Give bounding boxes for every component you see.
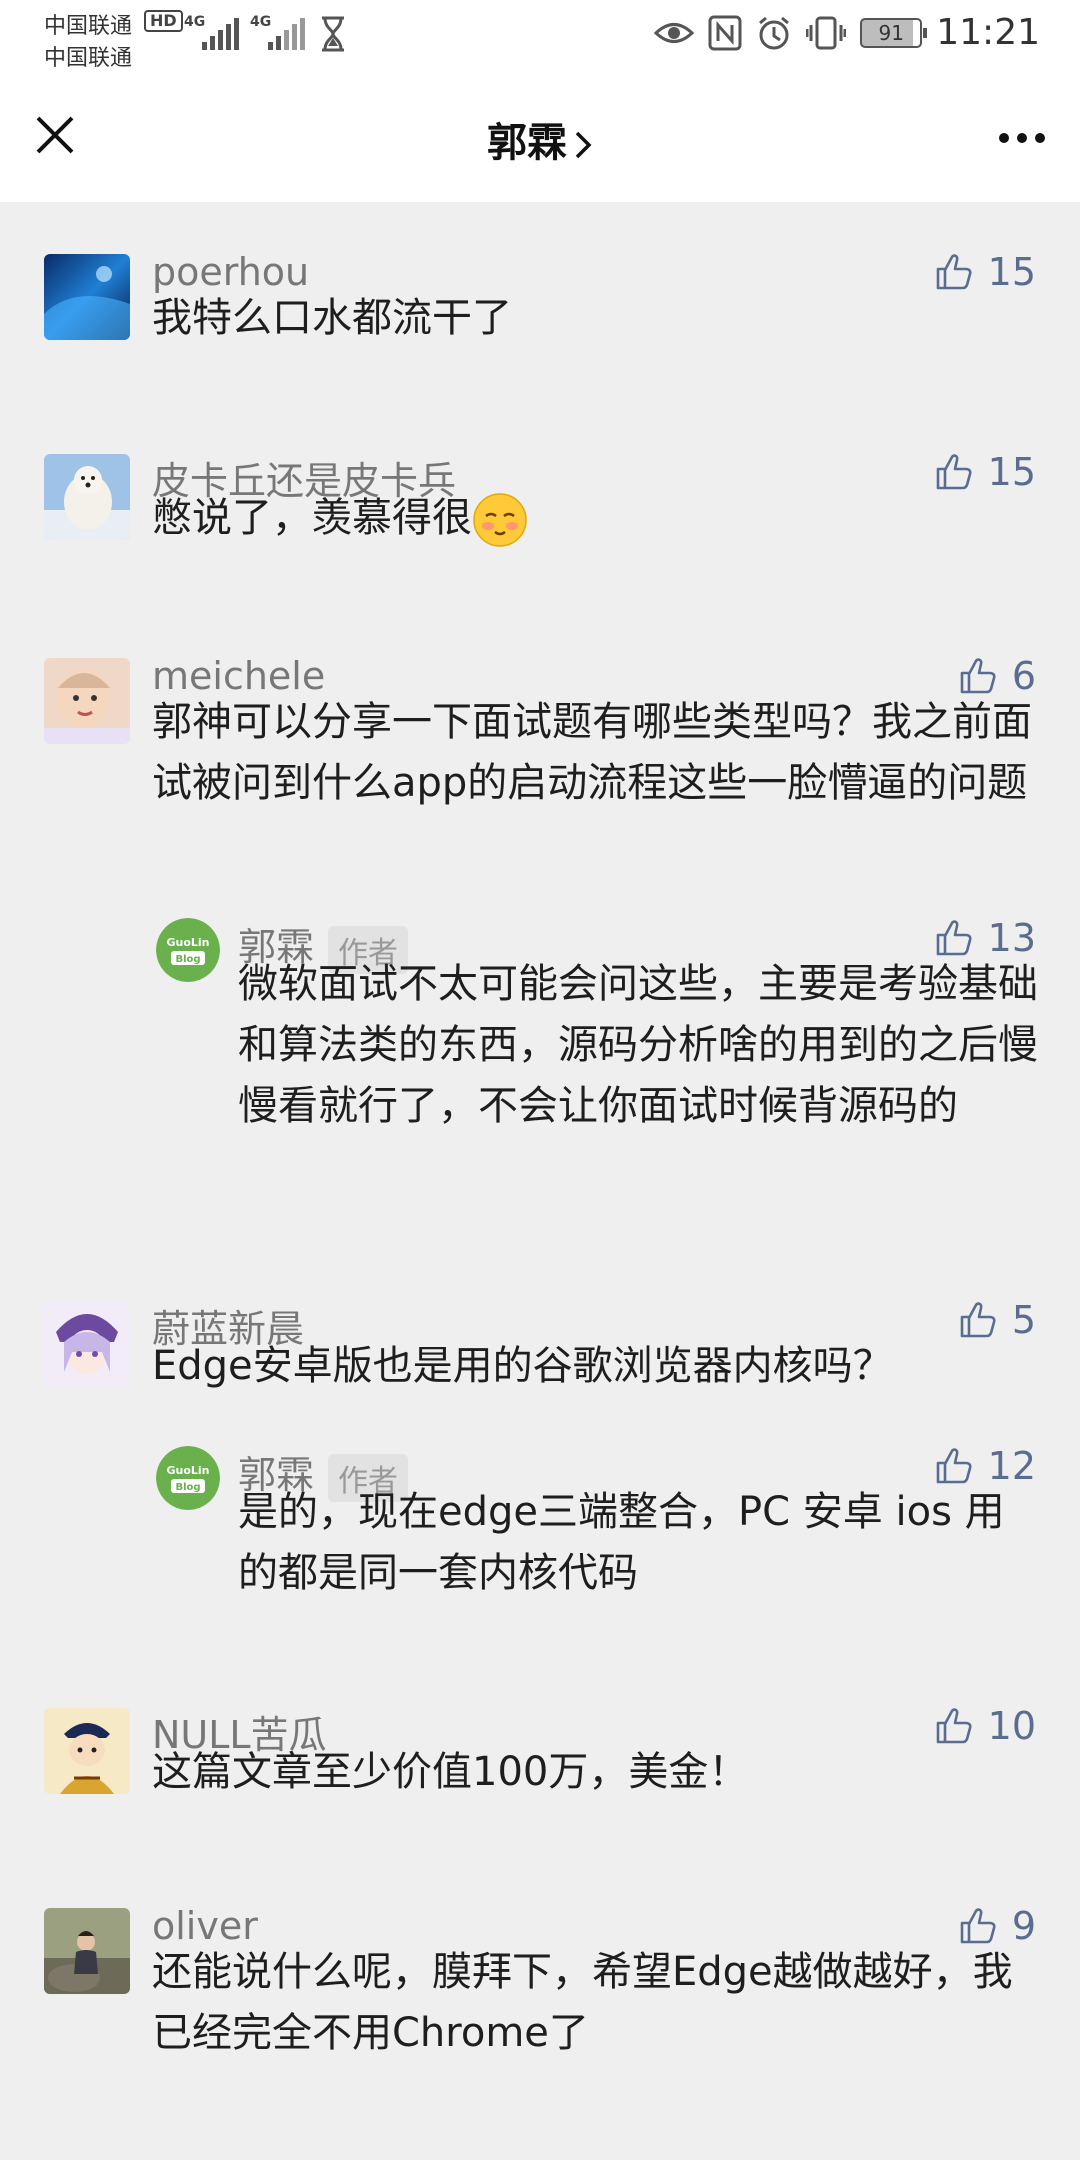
avatar[interactable] [44,254,130,340]
thumbs-up-icon [936,1708,972,1744]
thumbs-up-icon [960,1908,996,1944]
battery-indicator: 91 [860,17,928,48]
page-title-label: 郭霖 [487,120,567,166]
avatar-badge-text: Blog [175,1482,200,1493]
header-bar: 郭霖 [0,80,1080,202]
comment-text: 憋说了，羡慕得很 [152,488,1032,549]
comment-text: 还能说什么呢，膜拜下，希望Edge越做越好，我已经完全不用Chrome了 [152,1949,1013,2056]
chevron-right-icon [575,131,592,159]
reply-text: 是的，现在edge三端整合，PC 安卓 ios 用的都是同一套内核代码 [238,1489,1005,1596]
shy-face-emoji-icon [473,493,527,547]
thumbs-up-icon [960,658,996,694]
carrier-label: 中国联通 [44,46,133,71]
avatar[interactable]: GuoLin Blog [156,1446,220,1510]
avatar-badge-text: GuoLin [166,936,209,949]
thumbs-up-icon [936,254,972,290]
comment-text: 我特么口水都流干了 [152,295,512,341]
thumbs-up-icon [936,1448,972,1484]
avatar[interactable] [44,454,130,540]
thumbs-up-icon [936,920,972,956]
reply-text: 微软面试不太可能会问这些，主要是考验基础和算法类的东西，源码分析啥的用到的之后慢… [238,961,1038,1129]
avatar-badge-text: Blog [175,954,200,965]
carrier-label: 中国联通 [44,14,133,39]
nfc-icon [708,15,742,50]
avatar[interactable] [44,1908,130,1994]
signal-icon [202,18,239,50]
eye-icon [654,22,695,43]
status-bar: 中国联通 中国联通 HD 4G 4G 91 11:21 [0,0,1080,80]
vibrate-icon [806,16,847,49]
clock: 11:21 [936,12,1040,53]
avatar-badge-text: GuoLin [166,1464,209,1477]
comment-text: 郭神可以分享一下面试题有哪些类型吗？我之前面试被问到什么app的启动流程这些一脸… [152,699,1032,806]
comment-text-content: 憋说了，羡慕得很 [152,495,472,541]
thumbs-up-icon [960,1302,996,1338]
avatar[interactable] [44,1708,130,1794]
hd-badge: HD [144,10,183,32]
avatar[interactable] [44,658,130,744]
comment-text: Edge安卓版也是用的谷歌浏览器内核吗？ [152,1343,893,1389]
more-icon[interactable] [992,118,1052,158]
page-title[interactable]: 郭霖 [0,110,1080,168]
status-icons: 91 11:21 [654,12,1040,53]
comment-text: 这篇文章至少价值100万，美金！ [152,1749,749,1795]
signal-icon [268,18,305,50]
alarm-icon [759,16,790,49]
avatar[interactable]: GuoLin Blog [156,918,220,982]
thumbs-up-icon [936,454,972,490]
avatar[interactable] [44,1302,130,1388]
hourglass-icon [322,16,344,52]
